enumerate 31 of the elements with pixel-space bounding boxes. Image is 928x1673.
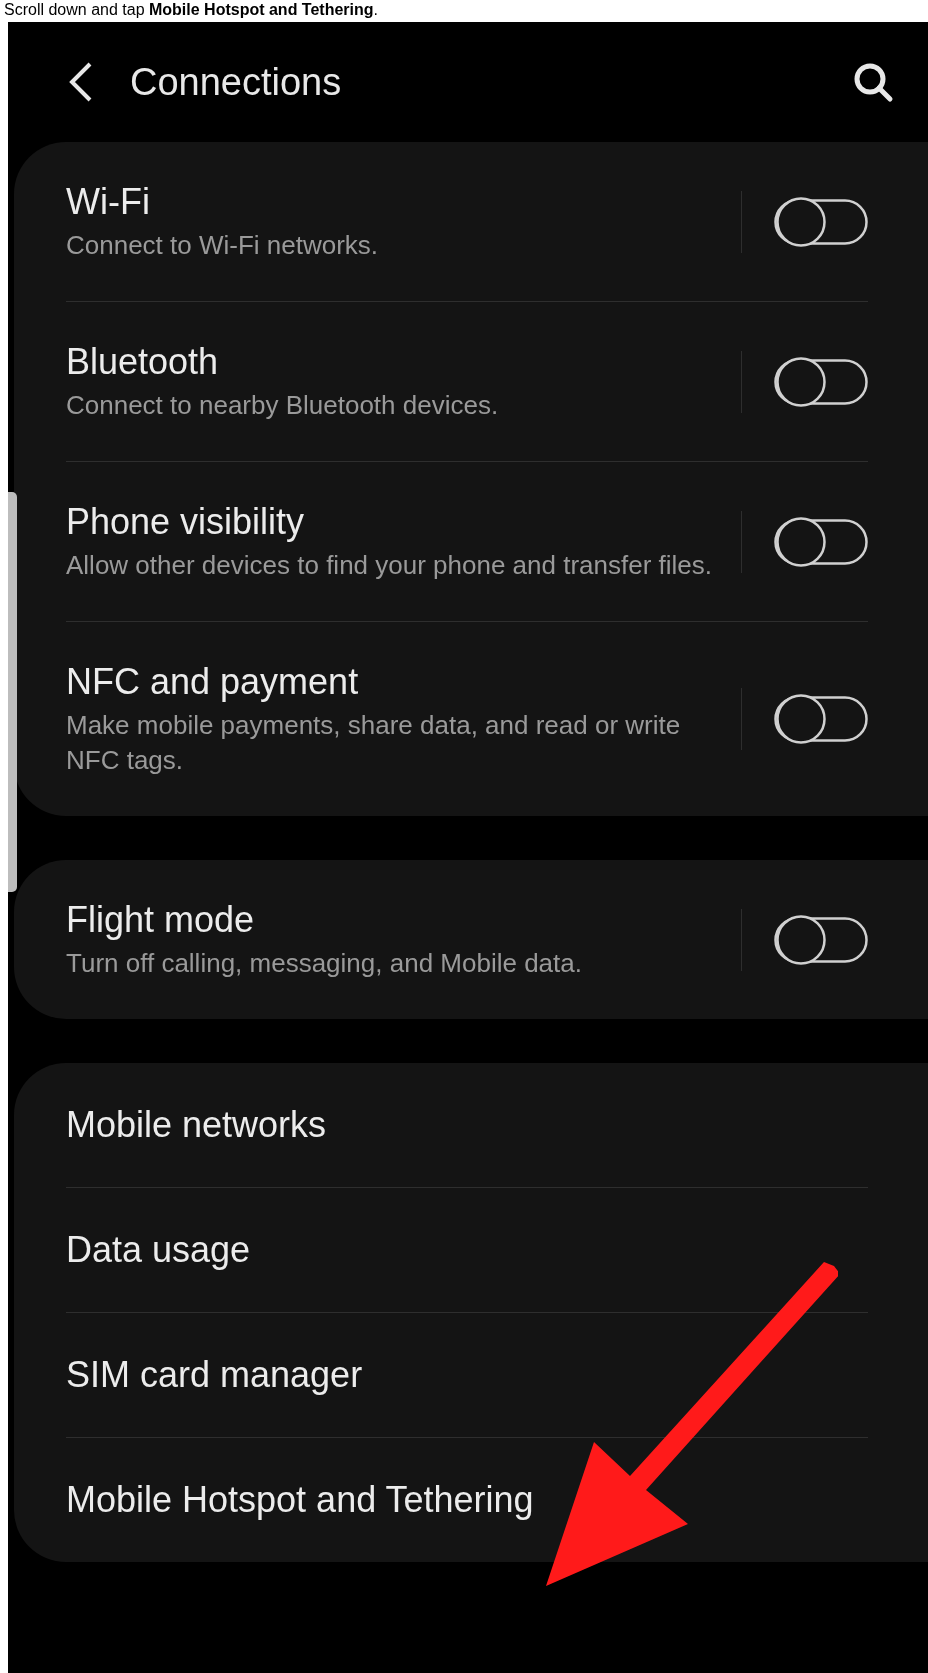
setting-title: Phone visibility [66,500,306,544]
toggle-switch[interactable] [774,515,868,568]
search-icon [852,61,894,103]
setting-title: Flight mode [66,898,256,942]
instruction-caption: Scroll down and tap Mobile Hotspot and Tethering. [4,1,378,18]
setting-description: Connect to nearby Bluetooth devices. [66,389,500,422]
setting-row[interactable]: Phone visibility Allow other devices to find your phone and transfer files. [66,461,868,621]
setting-title: Bluetooth [66,340,220,384]
setting-title: SIM card manager [66,1353,364,1397]
setting-title: Wi-Fi [66,180,151,224]
setting-row[interactable]: Wi-Fi Connect to Wi-Fi networks. [66,142,868,301]
setting-title: Mobile Hotspot and Tethering [66,1478,535,1522]
back-button[interactable] [68,62,94,102]
setting-title: Data usage [66,1228,252,1272]
setting-row[interactable]: NFC and payment Make mobile payments, share data, and read or write NFC tags. [66,621,868,816]
page-title: Connections [130,60,343,104]
setting-row[interactable]: Flight mode Turn off calling, messaging, and Mobile data. [66,860,868,1019]
setting-title: Mobile networks [66,1103,328,1147]
setting-row[interactable]: Mobile networks [66,1063,868,1187]
back-chevron-icon [68,62,94,102]
toggle-switch[interactable] [774,913,868,966]
setting-description: Allow other devices to find your phone and transfer files. [66,549,714,582]
setting-description: Connect to Wi-Fi networks. [66,229,380,262]
setting-description: Turn off calling, messaging, and Mobile data. [66,947,583,980]
search-button[interactable] [852,61,894,103]
toggle-switch[interactable] [774,195,868,248]
setting-row[interactable]: Bluetooth Connect to nearby Bluetooth devices. [66,301,868,461]
setting-description: Make mobile payments, share data, and read or write NFC tags. [66,709,682,777]
toggle-switch[interactable] [774,693,868,745]
toggle-switch[interactable] [774,355,868,408]
setting-title: NFC and payment [66,660,360,704]
